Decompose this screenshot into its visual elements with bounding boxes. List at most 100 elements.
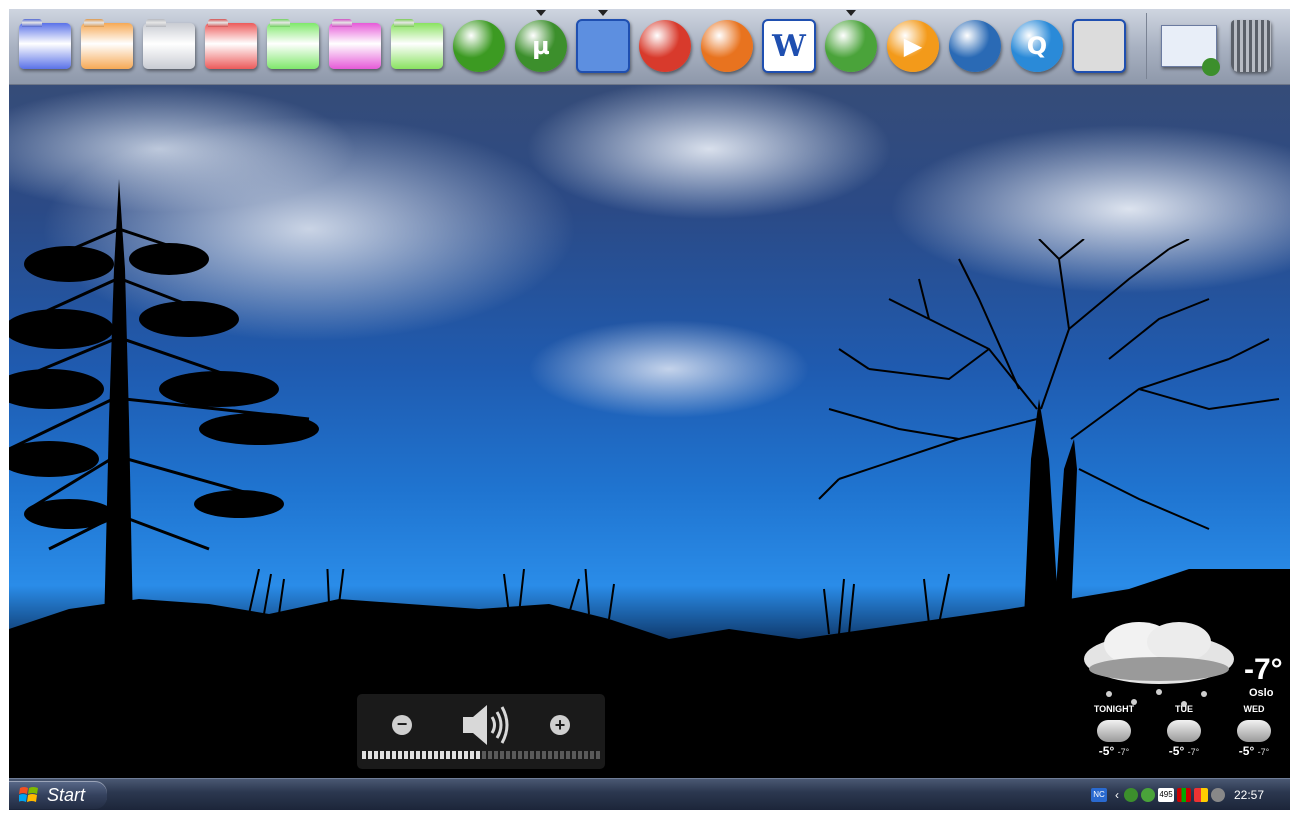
volume-segment — [518, 751, 522, 759]
messenger-icon[interactable] — [823, 18, 879, 74]
volume-segment — [398, 751, 402, 759]
dvd-player-icon[interactable] — [947, 18, 1003, 74]
left-tree-silhouette — [9, 179, 319, 629]
volume-segment — [536, 751, 540, 759]
firefox-icon[interactable] — [699, 18, 755, 74]
speaker-icon — [463, 705, 509, 745]
volume-segment — [464, 751, 468, 759]
volume-segment — [530, 751, 534, 759]
running-indicator-icon — [846, 10, 856, 16]
application-dock: µ W ▶ Q — [9, 9, 1290, 85]
boot-camp-icon[interactable] — [1071, 18, 1127, 74]
running-indicator-icon — [598, 10, 608, 16]
running-indicator-icon — [536, 10, 546, 16]
snow-cloud-icon — [1167, 720, 1201, 742]
forecast-low: -7° — [1257, 747, 1270, 757]
utorrent-tray-icon[interactable] — [1124, 788, 1138, 802]
cpu-meter-tray-icon[interactable] — [1177, 788, 1191, 802]
forecast-low: -7° — [1187, 747, 1200, 757]
volume-segment — [482, 751, 486, 759]
finder-icon[interactable] — [575, 18, 631, 74]
volume-segment — [446, 751, 450, 759]
gray-folder-icon[interactable] — [141, 18, 197, 74]
media-player-icon[interactable]: ▶ — [885, 18, 941, 74]
volume-up-button[interactable]: + — [550, 715, 570, 735]
volume-tray-icon[interactable] — [1211, 788, 1225, 802]
forecast-day-label: TONIGHT — [1093, 704, 1135, 714]
nc-tray-icon[interactable]: NC — [1091, 788, 1107, 802]
utorrent-window-icon[interactable] — [1161, 18, 1220, 76]
forecast-day: TONIGHT -5° -7° — [1084, 704, 1144, 758]
snow-cloud-icon — [1237, 720, 1271, 742]
current-temperature: -7° — [1244, 653, 1283, 686]
volume-segment — [470, 751, 474, 759]
start-button[interactable]: Start — [9, 781, 107, 809]
red-folder-icon[interactable] — [203, 18, 259, 74]
volume-segment — [362, 751, 366, 759]
forecast-low: -7° — [1117, 747, 1130, 757]
volume-segment — [500, 751, 504, 759]
volume-segment — [506, 751, 510, 759]
volume-segment — [458, 751, 462, 759]
volume-down-button[interactable]: − — [392, 715, 412, 735]
clock[interactable]: 22:57 — [1234, 788, 1264, 802]
messenger-tray-icon[interactable] — [1141, 788, 1155, 802]
weather-widget[interactable]: -7° Oslo TONIGHT -5° -7° TUE -5° -7° WED… — [1074, 609, 1290, 779]
counter-tray-icon[interactable]: 495 — [1158, 788, 1174, 802]
quicktime-icon[interactable]: Q — [1009, 18, 1065, 74]
forecast-day-label: WED — [1243, 704, 1265, 714]
volume-level-bar[interactable] — [362, 751, 600, 759]
volume-segment — [404, 751, 408, 759]
volume-segment — [428, 751, 432, 759]
volume-segment — [452, 751, 456, 759]
forecast-day-label: TUE — [1175, 704, 1193, 714]
volume-segment — [386, 751, 390, 759]
volume-segment — [560, 751, 564, 759]
word-icon[interactable]: W — [761, 18, 817, 74]
volume-segment — [410, 751, 414, 759]
volume-segment — [548, 751, 552, 759]
utorrent-icon[interactable]: µ — [513, 18, 569, 74]
ccleaner-icon[interactable] — [637, 18, 693, 74]
forecast-high: -5° — [1168, 744, 1185, 758]
start-label: Start — [47, 784, 86, 805]
volume-overlay: − + — [357, 694, 605, 769]
volume-segment — [512, 751, 516, 759]
trash-icon[interactable] — [1223, 18, 1279, 74]
volume-segment — [494, 751, 498, 759]
forecast-day: TUE -5° -7° — [1154, 704, 1214, 758]
limewire-icon[interactable] — [451, 18, 507, 74]
volume-segment — [422, 751, 426, 759]
volume-segment — [590, 751, 594, 759]
volume-segment — [434, 751, 438, 759]
volume-segment — [572, 751, 576, 759]
volume-segment — [380, 751, 384, 759]
volume-segment — [416, 751, 420, 759]
orange-folder-icon[interactable] — [79, 18, 135, 74]
tray-expand-icon[interactable]: ‹ — [1115, 788, 1119, 802]
pink-folder-icon[interactable] — [327, 18, 383, 74]
forecast-high: -5° — [1098, 744, 1115, 758]
weather-city: Oslo — [1249, 687, 1274, 699]
color-tray-icon[interactable] — [1194, 788, 1208, 802]
volume-segment — [566, 751, 570, 759]
forecast-high: -5° — [1238, 744, 1255, 758]
right-tree-silhouette — [818, 239, 1280, 619]
volume-segment — [578, 751, 582, 759]
forecast-day: WED -5° -7° — [1224, 704, 1284, 758]
windows-logo-icon — [19, 787, 38, 802]
snow-cloud-icon — [1097, 720, 1131, 742]
blue-folder-icon[interactable] — [17, 18, 73, 74]
desktop: µ W ▶ Q − + -7° Oslo TONIGHT -5° -7° TUE… — [9, 9, 1290, 810]
volume-segment — [392, 751, 396, 759]
volume-segment — [440, 751, 444, 759]
volume-segment — [488, 751, 492, 759]
volume-segment — [476, 751, 480, 759]
volume-segment — [554, 751, 558, 759]
green-folder-icon[interactable] — [265, 18, 321, 74]
volume-segment — [584, 751, 588, 759]
lightgreen-folder-icon[interactable] — [389, 18, 445, 74]
cloud-snow-icon — [1084, 622, 1234, 707]
dock-separator — [1146, 13, 1147, 79]
volume-segment — [596, 751, 600, 759]
